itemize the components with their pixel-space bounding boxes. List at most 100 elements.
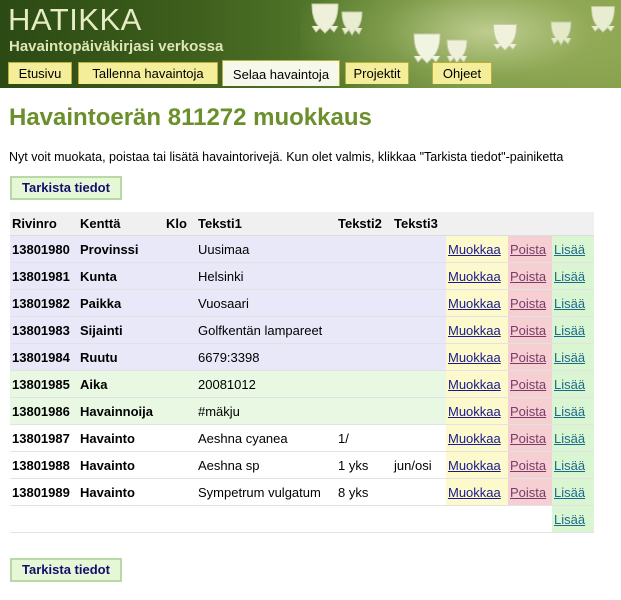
row-text2: 1 yks [336, 451, 392, 479]
row-number: 13801980 [10, 235, 78, 263]
row-text3 [392, 235, 446, 263]
delete-row-link[interactable]: Poista [510, 431, 546, 446]
add-row-link[interactable]: Lisää [554, 404, 585, 419]
edit-row-link[interactable]: Muokkaa [448, 296, 501, 311]
check-data-button-bottom[interactable]: Tarkista tiedot [10, 558, 122, 582]
row-text3 [392, 370, 446, 398]
table-row: 13801986 Havainnoija #mäkju Muokkaa Poista Li… [10, 397, 594, 425]
table-row: 13801982 Paikka Vuosaari Muokkaa Poista Lisää [10, 289, 594, 317]
tab-selaa-havaintoja[interactable]: Selaa havaintoja [222, 60, 340, 86]
row-field: Havainto [78, 478, 164, 506]
row-text1: Vuosaari [196, 289, 336, 317]
delete-row-link[interactable]: Poista [510, 242, 546, 257]
row-number: 13801985 [10, 370, 78, 398]
table-row-append: Lisää [10, 505, 594, 533]
tab-tallenna-havaintoja[interactable]: Tallenna havaintoja [78, 62, 218, 84]
row-time [164, 424, 196, 452]
column-header-add [552, 212, 594, 236]
row-field: Sijainti [78, 316, 164, 344]
lily-of-the-valley-flower-icon [490, 20, 520, 52]
table-row: 13801985 Aika 20081012 Muokkaa Poista Lisää [10, 370, 594, 398]
row-text1: Helsinki [196, 262, 336, 290]
page-title: Havaintoerän 811272 muokkaus [9, 104, 372, 131]
intro-text: Nyt voit muokata, poistaa tai lisätä hav… [9, 150, 564, 164]
site-header: HATIKKA Havaintopäiväkirjasi verkossa Et… [0, 0, 621, 88]
row-time [164, 235, 196, 263]
table-row: 13801980 Provinssi Uusimaa Muokkaa Poista Lis… [10, 235, 594, 263]
column-header-delete [508, 212, 552, 236]
add-row-link[interactable]: Lisää [554, 323, 585, 338]
row-field: Aika [78, 370, 164, 398]
tab-etusivu[interactable]: Etusivu [8, 62, 72, 84]
row-field: Kunta [78, 262, 164, 290]
add-row-link[interactable]: Lisää [554, 485, 585, 500]
edit-row-link[interactable]: Muokkaa [448, 377, 501, 392]
add-row-link[interactable]: Lisää [554, 269, 585, 284]
edit-row-link[interactable]: Muokkaa [448, 350, 501, 365]
edit-row-link[interactable]: Muokkaa [448, 404, 501, 419]
row-number: 13801981 [10, 262, 78, 290]
add-row-link[interactable]: Lisää [554, 296, 585, 311]
delete-row-link[interactable]: Poista [510, 404, 546, 419]
table-row: 13801984 Ruutu 6679:3398 Muokkaa Poista Lisää [10, 343, 594, 371]
row-time [164, 316, 196, 344]
row-text2 [336, 343, 392, 371]
delete-row-link[interactable]: Poista [510, 458, 546, 473]
delete-row-link[interactable]: Poista [510, 296, 546, 311]
row-text3 [392, 316, 446, 344]
table-row: 13801989 Havainto Sympetrum vulgatum 8 yks M… [10, 478, 594, 506]
add-row-link[interactable]: Lisää [554, 458, 585, 473]
add-row-link[interactable]: Lisää [554, 350, 585, 365]
delete-row-link[interactable]: Poista [510, 377, 546, 392]
column-header-kentta: Kenttä [78, 212, 164, 236]
lily-of-the-valley-flower-icon [308, 0, 342, 34]
row-text2 [336, 289, 392, 317]
delete-row-link[interactable]: Poista [510, 485, 546, 500]
delete-row-link[interactable]: Poista [510, 269, 546, 284]
row-text2 [336, 262, 392, 290]
row-field: Havainnoija [78, 397, 164, 425]
row-text2 [336, 316, 392, 344]
edit-row-link[interactable]: Muokkaa [448, 458, 501, 473]
row-text3 [392, 397, 446, 425]
edit-row-link[interactable]: Muokkaa [448, 323, 501, 338]
row-number: 13801989 [10, 478, 78, 506]
row-text2 [336, 370, 392, 398]
add-row-link[interactable]: Lisää [554, 431, 585, 446]
delete-row-link[interactable]: Poista [510, 350, 546, 365]
observation-rows-table: Rivinro Kenttä Klo Teksti1 Teksti2 Tekst… [10, 212, 594, 533]
column-header-edit [446, 212, 508, 236]
row-text2: 8 yks [336, 478, 392, 506]
row-text1: 20081012 [196, 370, 336, 398]
row-field: Provinssi [78, 235, 164, 263]
row-number: 13801986 [10, 397, 78, 425]
edit-row-link[interactable]: Muokkaa [448, 242, 501, 257]
edit-row-link[interactable]: Muokkaa [448, 269, 501, 284]
row-text1: Sympetrum vulgatum [196, 478, 336, 506]
add-row-link[interactable]: Lisää [554, 377, 585, 392]
row-time [164, 370, 196, 398]
edit-row-link[interactable]: Muokkaa [448, 485, 501, 500]
row-text2 [336, 397, 392, 425]
row-text3: jun/osi [392, 451, 446, 479]
row-field: Havainto [78, 424, 164, 452]
row-text2 [336, 235, 392, 263]
row-number: 13801984 [10, 343, 78, 371]
table-header-row: Rivinro Kenttä Klo Teksti1 Teksti2 Tekst… [10, 212, 594, 236]
add-row-link[interactable]: Lisää [554, 512, 585, 527]
row-text1: Aeshna cyanea [196, 424, 336, 452]
table-row: 13801987 Havainto Aeshna cyanea 1/Muokkaa Po… [10, 424, 594, 452]
check-data-button-top[interactable]: Tarkista tiedot [10, 176, 122, 200]
row-time [164, 289, 196, 317]
tab-ohjeet[interactable]: Ohjeet [432, 62, 492, 84]
delete-row-link[interactable]: Poista [510, 323, 546, 338]
row-text1: Aeshna sp [196, 451, 336, 479]
lily-of-the-valley-flower-icon [588, 2, 618, 34]
row-field: Ruutu [78, 343, 164, 371]
column-header-teksti1: Teksti1 [196, 212, 336, 236]
tab-projektit[interactable]: Projektit [345, 62, 409, 84]
table-row: 13801983 Sijainti Golfkentän lampareet Muok… [10, 316, 594, 344]
add-row-link[interactable]: Lisää [554, 242, 585, 257]
edit-row-link[interactable]: Muokkaa [448, 431, 501, 446]
site-logo-title[interactable]: HATIKKA [8, 2, 142, 38]
